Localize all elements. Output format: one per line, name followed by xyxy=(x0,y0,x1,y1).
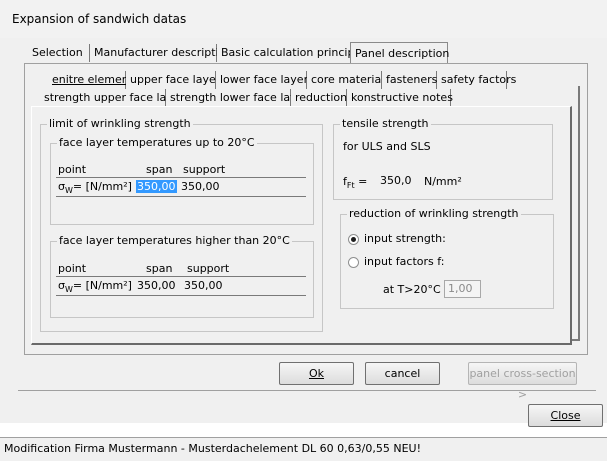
status-text: Modification Firma Mustermann - Musterda… xyxy=(4,442,421,455)
tab-selection[interactable]: Selection xyxy=(28,44,90,62)
tab-entire-element[interactable]: enitre element xyxy=(48,71,133,89)
tab-strength-lower-face-layer[interactable]: strength lower face layer xyxy=(166,89,308,107)
tensile-unit: N/mm² xyxy=(424,175,462,188)
tensile-note: for ULS and SLS xyxy=(343,140,431,153)
support-input-2[interactable]: 350,00 xyxy=(184,278,223,294)
wrinkling-strength-caption: limit of wrinkling strength xyxy=(47,117,193,130)
table-rule-2b xyxy=(56,295,306,296)
input-strength-radio[interactable] xyxy=(348,234,359,245)
tab-strength-upper-face-layer[interactable]: strength upper face layer xyxy=(40,89,184,107)
col-span-header-1: span xyxy=(146,163,173,176)
tab-konstructive-notes[interactable]: konstructive notes xyxy=(347,89,453,107)
input-factors-label[interactable]: input factors f: xyxy=(364,255,444,268)
tab-safety-factors[interactable]: safety factors xyxy=(437,71,516,89)
col-span-header-2: span xyxy=(146,262,173,275)
support-input-1[interactable]: 350,00 xyxy=(181,179,220,195)
cancel-button[interactable]: cancel xyxy=(365,362,440,385)
reduction-caption: reduction of wrinkling strength xyxy=(347,207,521,220)
tensile-value-input[interactable]: 350,0 xyxy=(380,173,412,189)
temp-up-to-20-caption: face layer temperatures up to 20°C xyxy=(57,136,257,149)
span-input-1[interactable]: 350,00 xyxy=(136,179,177,195)
tab-reduction[interactable]: reduction xyxy=(291,89,347,107)
tab-fasteners[interactable]: fasteners xyxy=(382,71,437,89)
temp-higher-20-caption: face layer temperatures higher than 20°C xyxy=(57,234,292,247)
window-title: Expansion of sandwich datas xyxy=(12,12,187,26)
table-rule-1a xyxy=(56,177,306,178)
table-rule-1b xyxy=(56,196,306,197)
f-ft-label: fFt = xyxy=(343,175,368,190)
panel-cross-section-button[interactable]: panel cross-section > xyxy=(468,362,577,401)
col-support-header-2: support xyxy=(187,262,230,275)
input-strength-label[interactable]: input strength: xyxy=(364,232,446,245)
close-button[interactable]: Close xyxy=(528,404,603,427)
tab-upper-face-layer[interactable]: upper face layer xyxy=(126,71,220,89)
tab-basic-calculation-principle[interactable]: Basic calculation principle xyxy=(217,44,364,62)
status-bar: Modification Firma Mustermann - Musterda… xyxy=(0,437,607,461)
tab-core-material[interactable]: core material xyxy=(307,71,384,89)
tab-manufacturer-description[interactable]: Manufacturer description xyxy=(90,44,232,62)
main-tab-strip: Selection Manufacturer description Basic… xyxy=(28,42,449,64)
sub-tab-strip-1: enitre element upper face layer lower fa… xyxy=(48,71,516,89)
sub-tab-strip-2: strength upper face layer strength lower… xyxy=(40,89,460,107)
col-point-header-2: point xyxy=(58,262,87,275)
tensile-strength-group: tensile strength xyxy=(333,117,553,200)
col-support-header-1: support xyxy=(183,163,226,176)
span-input-2[interactable]: 350,00 xyxy=(137,278,176,294)
col-point-header-1: point xyxy=(58,163,87,176)
sigma-w-label-2: σW= [N/mm²] xyxy=(58,279,132,294)
ok-button[interactable]: Ok xyxy=(279,362,354,385)
sigma-w-label-1: σW= [N/mm²] xyxy=(58,180,132,195)
tensile-strength-caption: tensile strength xyxy=(340,117,431,130)
temp-label: at T>20°C xyxy=(383,283,441,296)
factor-input[interactable]: 1,00 xyxy=(444,280,481,298)
table-rule-2a xyxy=(56,276,306,277)
tab-panel-description[interactable]: Panel description xyxy=(350,42,449,64)
title-bar: Expansion of sandwich datas xyxy=(0,0,607,39)
input-factors-radio[interactable] xyxy=(348,257,359,268)
tab-lower-face-layer[interactable]: lower face layer xyxy=(216,71,308,89)
dialog-separator xyxy=(18,390,596,391)
